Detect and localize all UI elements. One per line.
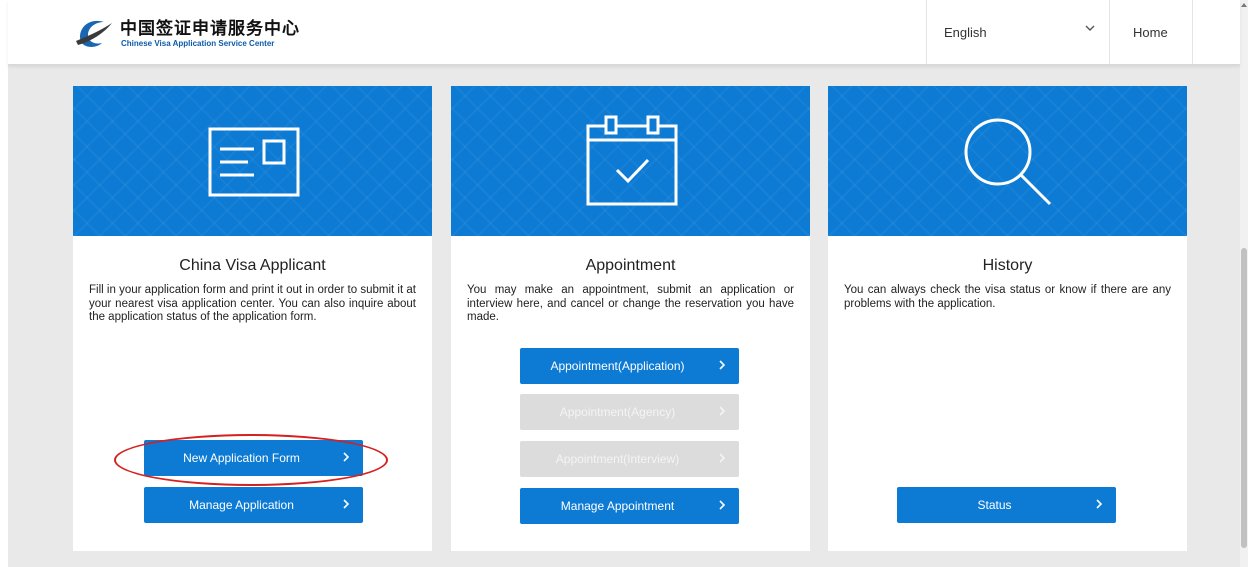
appointment-interview-button[interactable]: Appointment(Interview): [520, 441, 739, 477]
chevron-right-icon: [719, 453, 726, 463]
chevron-down-icon: [1085, 25, 1095, 31]
chevron-right-icon: [1096, 499, 1103, 509]
card-banner: [451, 86, 810, 236]
home-link-label: Home: [1133, 25, 1168, 40]
brand-name-english: Chinese Visa Application Service Center: [121, 39, 275, 48]
appointment-agency-button[interactable]: Appointment(Agency): [520, 394, 739, 430]
chevron-right-icon: [719, 406, 726, 416]
card-title: Appointment: [585, 257, 676, 274]
button-label: Appointment(Interview): [555, 452, 680, 466]
button-label: Manage Application: [189, 498, 294, 512]
card-description: You can always check the visa status or …: [844, 284, 1171, 310]
card-china-visa-applicant: China Visa Applicant Fill in your applic…: [73, 86, 432, 551]
button-label: Status: [977, 498, 1012, 512]
language-select[interactable]: English: [926, 0, 1109, 64]
appointment-application-button[interactable]: Appointment(Application): [520, 348, 739, 384]
manage-application-button[interactable]: Manage Application: [144, 487, 363, 523]
logo-icon: [76, 20, 112, 47]
card-description: You may make an appointment, submit an a…: [467, 284, 794, 323]
language-select-value: English: [944, 25, 987, 40]
card-banner: [828, 86, 1187, 236]
card-appointment: Appointment You may make an appointment,…: [451, 86, 810, 551]
button-label: Manage Appointment: [560, 499, 675, 513]
card-title: History: [982, 257, 1033, 274]
scrollbar-thumb[interactable]: [1241, 248, 1247, 548]
card-title: China Visa Applicant: [179, 257, 326, 274]
button-label: Appointment(Application): [550, 359, 685, 373]
card-banner: [73, 86, 432, 236]
scroll-up-arrow-icon[interactable]: [1241, 3, 1247, 7]
new-application-form-button[interactable]: New Application Form: [144, 440, 363, 476]
top-header: 中国签证申请服务中心 Chinese Visa Application Serv…: [8, 0, 1240, 65]
card-description: Fill in your application form and print …: [89, 284, 416, 323]
brand-name-chinese: 中国签证申请服务中心: [120, 19, 300, 39]
card-history: History You can always check the visa st…: [828, 86, 1187, 551]
chevron-right-icon: [343, 499, 350, 509]
home-link[interactable]: Home: [1109, 0, 1193, 64]
button-label: New Application Form: [183, 451, 300, 465]
status-button[interactable]: Status: [897, 487, 1116, 523]
chevron-right-icon: [719, 500, 726, 510]
search-icon: [964, 118, 1052, 206]
chevron-right-icon: [719, 360, 726, 370]
button-label: Appointment(Agency): [559, 405, 676, 419]
chevron-right-icon: [343, 452, 350, 462]
calendar-check-icon: [586, 115, 678, 206]
manage-appointment-button[interactable]: Manage Appointment: [520, 488, 739, 524]
application-form-icon: [208, 127, 300, 197]
